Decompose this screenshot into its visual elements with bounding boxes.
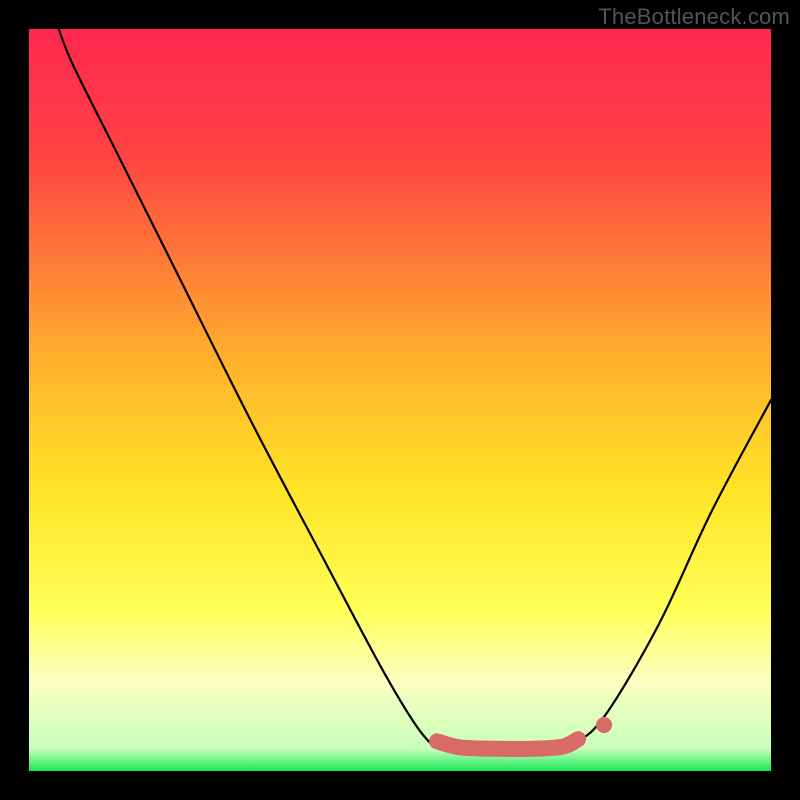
sweet-zone-dot (596, 717, 612, 733)
chart-frame: TheBottleneck.com (0, 0, 800, 800)
gradient-background (29, 29, 771, 771)
plot-area (29, 29, 771, 771)
bottleneck-chart (29, 29, 771, 771)
attribution-text: TheBottleneck.com (598, 4, 790, 30)
